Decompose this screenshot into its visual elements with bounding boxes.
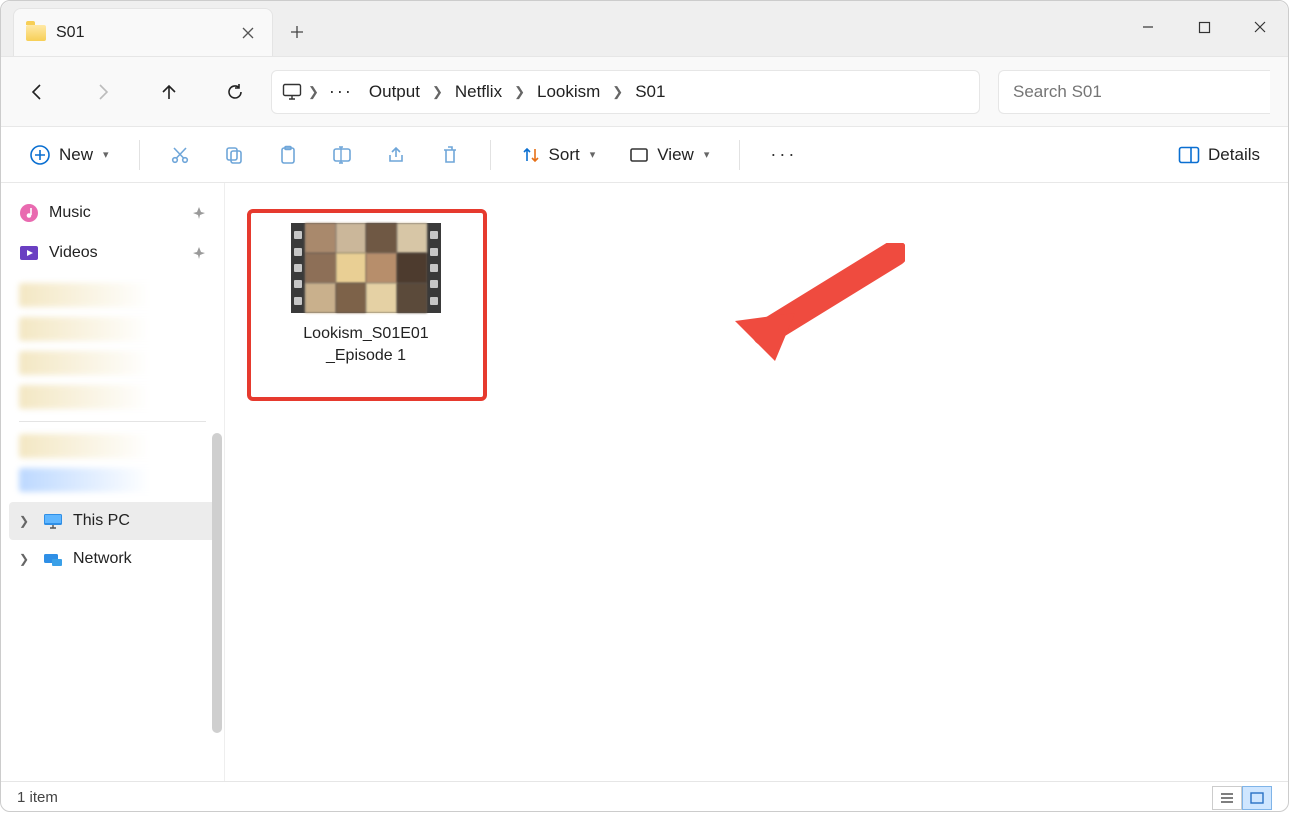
breadcrumb[interactable]: ❯ ··· Output ❯ Netflix ❯ Lookism ❯ S01: [271, 70, 980, 114]
details-view-toggle[interactable]: [1212, 786, 1242, 810]
view-label: View: [657, 145, 694, 165]
view-icon: [629, 145, 649, 165]
more-button[interactable]: ···: [762, 138, 805, 171]
breadcrumb-overflow[interactable]: ···: [325, 81, 357, 102]
cut-button[interactable]: [162, 139, 198, 171]
chevron-right-icon[interactable]: ❯: [19, 514, 33, 528]
breadcrumb-item[interactable]: S01: [629, 78, 671, 106]
folder-icon: [26, 25, 46, 41]
sidebar-label: Network: [73, 550, 132, 568]
chevron-down-icon: ▾: [704, 148, 710, 161]
sidebar-item-music[interactable]: Music: [1, 193, 224, 233]
chevron-right-icon[interactable]: ❯: [19, 552, 33, 566]
sidebar-scrollbar[interactable]: [212, 433, 222, 733]
clipboard-icon: [278, 145, 298, 165]
new-tab-button[interactable]: [273, 8, 321, 56]
chevron-right-icon[interactable]: ❯: [514, 84, 525, 100]
monitor-icon[interactable]: [282, 83, 302, 101]
breadcrumb-item[interactable]: Lookism: [531, 78, 606, 106]
new-icon: [29, 144, 51, 166]
details-label: Details: [1208, 145, 1260, 165]
music-icon: [19, 203, 39, 223]
breadcrumb-item[interactable]: Output: [363, 78, 426, 106]
sidebar-label: This PC: [73, 512, 130, 530]
share-icon: [386, 145, 406, 165]
sort-button[interactable]: Sort ▾: [513, 139, 604, 171]
file-item[interactable]: Lookism_S01E01_Episode 1: [261, 223, 471, 368]
title-bar: S01: [1, 1, 1288, 57]
tab-close-button[interactable]: [236, 21, 260, 45]
search-box[interactable]: [998, 70, 1270, 114]
chevron-right-icon[interactable]: ❯: [612, 84, 623, 100]
annotation-arrow: [705, 243, 905, 363]
status-bar: 1 item: [1, 781, 1288, 813]
file-list-area[interactable]: Lookism_S01E01_Episode 1: [225, 183, 1288, 781]
details-pane-icon: [1178, 146, 1200, 164]
copy-button[interactable]: [216, 139, 252, 171]
copy-icon: [224, 145, 244, 165]
sidebar-item-this-pc[interactable]: ❯ This PC: [9, 502, 216, 540]
video-thumbnail: [291, 223, 441, 313]
paste-button[interactable]: [270, 139, 306, 171]
redacted-item: [19, 317, 206, 341]
tab-title: S01: [56, 24, 84, 42]
navigation-pane: Music Videos ❯ This PC: [1, 183, 225, 781]
up-button[interactable]: [151, 74, 187, 110]
redacted-item: [19, 468, 206, 492]
chevron-down-icon: ▾: [590, 148, 596, 161]
sidebar-label: Music: [49, 204, 91, 222]
new-label: New: [59, 145, 93, 165]
network-icon: [43, 551, 63, 567]
navigation-bar: ❯ ··· Output ❯ Netflix ❯ Lookism ❯ S01: [1, 57, 1288, 127]
trash-icon: [440, 145, 460, 165]
pin-icon: [192, 206, 206, 220]
pin-icon: [192, 246, 206, 260]
back-button[interactable]: [19, 74, 55, 110]
sidebar-item-network[interactable]: ❯ Network: [1, 540, 224, 578]
minimize-button[interactable]: [1120, 7, 1176, 47]
chevron-right-icon[interactable]: ❯: [308, 84, 319, 100]
item-count: 1 item: [17, 789, 58, 806]
rename-button[interactable]: [324, 139, 360, 171]
thumbnails-view-toggle[interactable]: [1242, 786, 1272, 810]
monitor-icon: [43, 513, 63, 529]
share-button[interactable]: [378, 139, 414, 171]
delete-button[interactable]: [432, 139, 468, 171]
view-button[interactable]: View ▾: [621, 139, 717, 171]
window-tab[interactable]: S01: [13, 8, 273, 56]
sidebar-label: Videos: [49, 244, 98, 262]
close-window-button[interactable]: [1232, 7, 1288, 47]
chevron-down-icon: ▾: [103, 148, 109, 161]
maximize-button[interactable]: [1176, 7, 1232, 47]
forward-button[interactable]: [85, 74, 121, 110]
scissors-icon: [170, 145, 190, 165]
ellipsis-icon: ···: [770, 144, 797, 165]
redacted-item: [19, 434, 206, 458]
command-bar: New ▾ Sort ▾: [1, 127, 1288, 183]
chevron-right-icon[interactable]: ❯: [432, 84, 443, 100]
redacted-item: [19, 351, 206, 375]
redacted-item: [19, 385, 206, 409]
videos-icon: [19, 243, 39, 263]
window-controls: [1120, 1, 1288, 56]
search-input[interactable]: [1013, 82, 1256, 102]
refresh-button[interactable]: [217, 74, 253, 110]
breadcrumb-item[interactable]: Netflix: [449, 78, 508, 106]
sort-label: Sort: [549, 145, 580, 165]
file-name: Lookism_S01E01_Episode 1: [261, 323, 471, 368]
new-button[interactable]: New ▾: [21, 138, 117, 172]
details-pane-button[interactable]: Details: [1170, 139, 1268, 171]
sort-icon: [521, 145, 541, 165]
rename-icon: [332, 145, 352, 165]
redacted-item: [19, 283, 206, 307]
sidebar-item-videos[interactable]: Videos: [1, 233, 224, 273]
